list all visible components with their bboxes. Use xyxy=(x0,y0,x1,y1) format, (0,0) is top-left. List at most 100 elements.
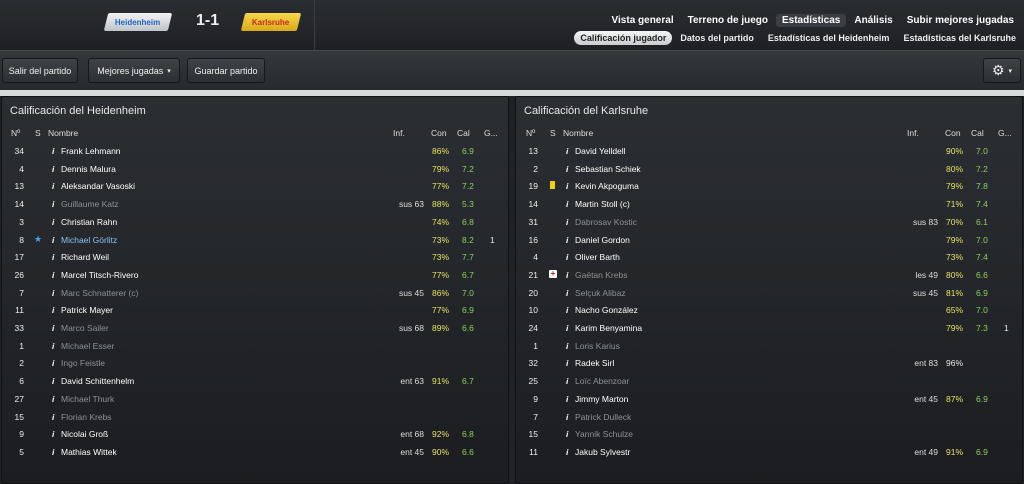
table-row[interactable]: 11 i Patrick Mayer 77% 6.9 xyxy=(2,301,508,319)
table-row[interactable]: 27 i Michael Thurk xyxy=(2,390,508,408)
tab-analisis[interactable]: Análisis xyxy=(848,14,898,27)
player-info-icon[interactable]: i xyxy=(566,394,568,404)
player-info-icon[interactable]: i xyxy=(52,164,54,174)
settings-button[interactable]: ⚙ ▾ xyxy=(983,58,1021,83)
player-info-icon[interactable]: i xyxy=(566,164,568,174)
table-row[interactable]: 7 i Patrick Dulleck xyxy=(516,408,1022,426)
away-team-badge[interactable]: Karlsruhe xyxy=(240,13,302,31)
table-row[interactable]: 14 i Martin Stoll (c) 71% 7.4 xyxy=(516,195,1022,213)
player-info-icon[interactable]: i xyxy=(566,270,568,280)
player-info-icon[interactable]: i xyxy=(52,323,54,333)
subtab-datos-del-partido[interactable]: Datos del partido xyxy=(674,31,760,45)
table-row[interactable]: 16 i Daniel Gordon 79% 7.0 xyxy=(516,231,1022,249)
column-header-con[interactable]: Con xyxy=(431,128,447,138)
player-info-icon[interactable]: i xyxy=(566,181,568,191)
column-header-goals[interactable]: G... xyxy=(484,128,498,138)
table-row[interactable]: 4 i Oliver Barth 73% 7.4 xyxy=(516,248,1022,266)
column-header-inf[interactable]: Inf. xyxy=(393,128,405,138)
player-info-icon[interactable]: i xyxy=(566,146,568,156)
player-info-icon[interactable]: i xyxy=(566,235,568,245)
table-row[interactable]: 2 i Ingo Feistle xyxy=(2,354,508,372)
table-row[interactable]: 24 i Karim Benyamina 79% 7.3 1 xyxy=(516,319,1022,337)
player-info-icon[interactable]: i xyxy=(566,288,568,298)
column-header-num[interactable]: Nº xyxy=(526,128,535,138)
tab-vista-general[interactable]: Vista general xyxy=(606,14,680,27)
player-info-icon[interactable]: i xyxy=(566,217,568,227)
column-header-goals[interactable]: G... xyxy=(998,128,1012,138)
table-row[interactable]: 2 i Sebastian Schiek 80% 7.2 xyxy=(516,160,1022,178)
player-info-icon[interactable]: i xyxy=(566,358,568,368)
tab-estadisticas[interactable]: Estadísticas xyxy=(776,14,847,27)
table-row[interactable]: 15 i Yannik Schulze xyxy=(516,425,1022,443)
subtab-estadisticas-heidenheim[interactable]: Estadísticas del Heidenheim xyxy=(762,31,896,45)
save-match-button[interactable]: Guardar partido xyxy=(187,58,265,83)
player-info-icon[interactable]: i xyxy=(566,341,568,351)
player-info-icon[interactable]: i xyxy=(52,181,54,191)
player-info-icon[interactable]: i xyxy=(566,447,568,457)
table-row[interactable]: 26 i Marcel Titsch-Rivero 77% 6.7 xyxy=(2,266,508,284)
table-row[interactable]: 3 i Christian Rahn 74% 6.8 xyxy=(2,213,508,231)
player-info-icon[interactable]: i xyxy=(566,412,568,422)
player-info-icon[interactable]: i xyxy=(52,252,54,262)
player-info-icon[interactable]: i xyxy=(52,305,54,315)
home-team-badge[interactable]: Heidenheim xyxy=(103,13,173,31)
subtab-calificacion-jugador[interactable]: Calificación jugador xyxy=(574,31,673,45)
table-row[interactable]: 21 + i Gaëtan Krebs les 49 80% 6.6 xyxy=(516,266,1022,284)
player-info-icon[interactable]: i xyxy=(566,252,568,262)
table-row[interactable]: 5 i Mathias Wittek ent 45 90% 6.6 xyxy=(2,443,508,461)
column-header-name[interactable]: Nombre xyxy=(48,128,78,138)
table-row[interactable]: 20 i Selçuk Alibaz sus 45 81% 6.9 xyxy=(516,284,1022,302)
column-header-con[interactable]: Con xyxy=(945,128,961,138)
player-info-icon[interactable]: i xyxy=(52,199,54,209)
table-row[interactable]: 32 i Radek Sirl ent 83 96% xyxy=(516,354,1022,372)
tab-terreno-de-juego[interactable]: Terreno de juego xyxy=(682,14,774,27)
table-row[interactable]: 1 i Michael Esser xyxy=(2,337,508,355)
table-row[interactable]: 33 i Marco Sailer sus 68 89% 6.6 xyxy=(2,319,508,337)
column-header-num[interactable]: Nº xyxy=(11,128,20,138)
player-info-icon[interactable]: i xyxy=(566,323,568,333)
table-row[interactable]: 25 i Loïc Abenzoar xyxy=(516,372,1022,390)
table-row[interactable]: 8 ★ i Michael Görlitz 73% 8.2 1 xyxy=(2,231,508,249)
player-info-icon[interactable]: i xyxy=(52,358,54,368)
player-info-icon[interactable]: i xyxy=(566,199,568,209)
table-row[interactable]: 7 i Marc Schnatterer (c) sus 45 86% 7.0 xyxy=(2,284,508,302)
column-header-cal[interactable]: Cal xyxy=(971,128,984,138)
best-plays-button[interactable]: Mejores jugadas ▾ xyxy=(88,58,180,83)
table-row[interactable]: 1 i Loris Karius xyxy=(516,337,1022,355)
player-info-icon[interactable]: i xyxy=(52,288,54,298)
table-row[interactable]: 9 i Nicolai Groß ent 68 92% 6.8 xyxy=(2,425,508,443)
table-row[interactable]: 13 i Aleksandar Vasoski 77% 7.2 xyxy=(2,177,508,195)
column-header-inf[interactable]: Inf. xyxy=(907,128,919,138)
player-info-icon[interactable]: i xyxy=(52,447,54,457)
player-info-icon[interactable]: i xyxy=(52,376,54,386)
player-info-icon[interactable]: i xyxy=(52,217,54,227)
table-row[interactable]: 15 i Florian Krebs xyxy=(2,408,508,426)
column-header-name[interactable]: Nombre xyxy=(563,128,593,138)
table-row[interactable]: 10 i Nacho González 65% 7.0 xyxy=(516,301,1022,319)
player-info-icon[interactable]: i xyxy=(52,341,54,351)
column-header-cal[interactable]: Cal xyxy=(457,128,470,138)
subtab-estadisticas-karlsruhe[interactable]: Estadísticas del Karlsruhe xyxy=(897,31,1022,45)
player-info-icon[interactable]: i xyxy=(566,429,568,439)
tab-subir-mejores-jugadas[interactable]: Subir mejores jugadas xyxy=(901,14,1020,27)
column-header-s[interactable]: S xyxy=(35,128,41,138)
table-row[interactable]: 34 i Frank Lehmann 86% 6.9 xyxy=(2,142,508,160)
player-info-icon[interactable]: i xyxy=(52,146,54,156)
table-row[interactable]: 19 i Kevin Akpoguma 79% 7.8 xyxy=(516,177,1022,195)
table-row[interactable]: 31 i Dabrosav Kostic sus 83 70% 6.1 xyxy=(516,213,1022,231)
table-row[interactable]: 17 i Richard Weil 73% 7.7 xyxy=(2,248,508,266)
table-row[interactable]: 14 i Guillaume Katz sus 63 88% 5.3 xyxy=(2,195,508,213)
column-header-s[interactable]: S xyxy=(550,128,556,138)
player-info-icon[interactable]: i xyxy=(566,376,568,386)
table-row[interactable]: 6 i David Schittenhelm ent 63 91% 6.7 xyxy=(2,372,508,390)
player-info-icon[interactable]: i xyxy=(52,412,54,422)
player-info-icon[interactable]: i xyxy=(566,305,568,315)
table-row[interactable]: 11 i Jakub Sylvestr ent 49 91% 6.9 xyxy=(516,443,1022,461)
exit-match-button[interactable]: Salir del partido xyxy=(2,58,78,83)
player-info-icon[interactable]: i xyxy=(52,270,54,280)
player-info-icon[interactable]: i xyxy=(52,235,54,245)
table-row[interactable]: 4 i Dennis Malura 79% 7.2 xyxy=(2,160,508,178)
table-row[interactable]: 13 i David Yelldell 90% 7.0 xyxy=(516,142,1022,160)
table-row[interactable]: 9 i Jimmy Marton ent 45 87% 6.9 xyxy=(516,390,1022,408)
player-info-icon[interactable]: i xyxy=(52,394,54,404)
